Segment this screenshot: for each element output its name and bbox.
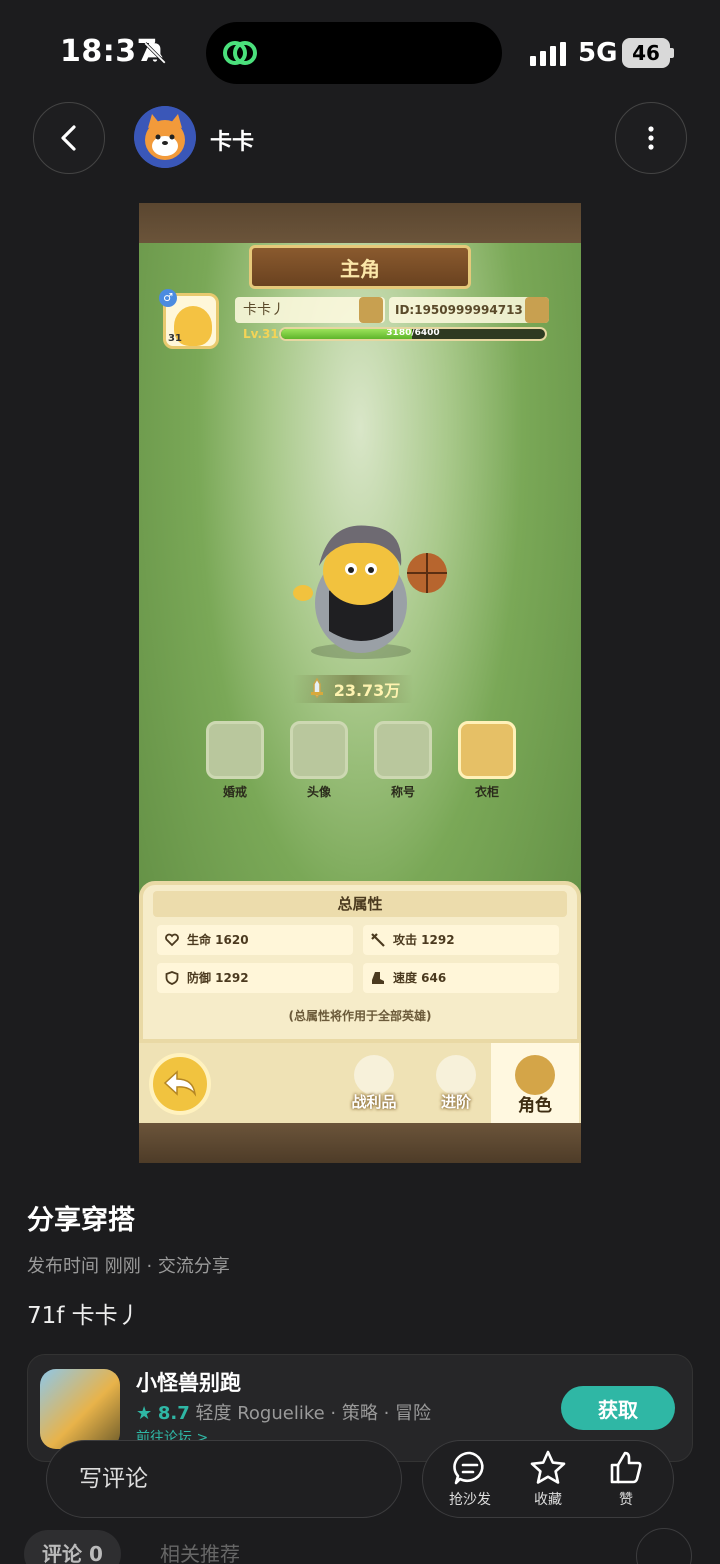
user-avatar[interactable] [134, 106, 196, 168]
game-rating: 8.7 [157, 1403, 190, 1424]
battery-tip [670, 48, 674, 58]
game-back-button[interactable] [149, 1053, 211, 1115]
menu-wardrobe-label: 衣柜 [474, 785, 499, 799]
tab-loot[interactable]: 战利品 [339, 1055, 409, 1112]
copy-icon [525, 297, 549, 323]
attr-def: 防御 1292 [157, 963, 353, 993]
dynamic-island [206, 22, 502, 84]
wardrobe-icon [458, 721, 516, 779]
combat-power: 23.73万 [293, 675, 413, 703]
star-outline-icon [530, 1450, 566, 1484]
character-badge-icon [515, 1055, 555, 1095]
wood-frame-bottom [139, 1123, 581, 1163]
tab-advance[interactable]: 进阶 [421, 1055, 491, 1112]
game-subtitle: ★ 8.7 轻度 Roguelike · 策略 · 冒险 [136, 1399, 431, 1425]
menu-avatar-button[interactable]: 头像 [289, 721, 349, 800]
xp-bar: 3180/6400 [279, 327, 547, 341]
player-level: Lv.31 [243, 327, 279, 341]
attributes-panel: 总属性 生命 1620 攻击 1292 防御 1292 速度 646 (总属性将… [139, 881, 581, 1043]
sword-icon [310, 678, 323, 699]
player-avatar-level: 31 [168, 333, 182, 344]
status-bar: 18:37 5G 46 [0, 0, 720, 100]
menu-title-label: 称号 [390, 785, 415, 799]
like-button[interactable]: 赞 [591, 1449, 661, 1509]
attr-atk: 攻击 1292 [363, 925, 559, 955]
battery-icon: 46 [622, 38, 670, 68]
post-title: 分享穿搭 [27, 1205, 135, 1236]
comment-input[interactable]: 写评论 [46, 1440, 402, 1518]
game-title-plaque: 主角 [249, 245, 471, 289]
loot-icon [354, 1055, 394, 1095]
xp-text: 3180/6400 [386, 328, 440, 338]
game-tabbar: 战利品 进阶 角色 [139, 1043, 581, 1123]
network-type: 5G [578, 38, 618, 68]
action-bar: 抢沙发 收藏 赞 [422, 1440, 674, 1518]
game-icon [40, 1369, 120, 1449]
attr-hp-text: 生命 1620 [187, 933, 249, 947]
filter-icon[interactable] [636, 1528, 692, 1564]
star-icon: ★ [136, 1403, 153, 1424]
sofa-label: 抢沙发 [449, 1492, 491, 1508]
avatar-frame-icon [290, 721, 348, 779]
like-label: 赞 [619, 1492, 633, 1508]
boot-icon [372, 972, 384, 984]
favorite-label: 收藏 [534, 1492, 562, 1508]
get-button[interactable]: 获取 [561, 1386, 675, 1430]
username[interactable]: 卡卡 [210, 124, 254, 156]
menu-wardrobe-button[interactable]: 衣柜 [457, 721, 517, 800]
combat-power-value: 23.73万 [333, 681, 401, 700]
character-illustration [293, 525, 447, 659]
title-badge-icon [374, 721, 432, 779]
menu-avatar-label: 头像 [306, 785, 331, 799]
post-image[interactable]: 主角 31 ♂ 卡卡丿 ID:1950999994713 Lv.31 3180/… [139, 203, 581, 1163]
character-menu: 婚戒 头像 称号 衣柜 [205, 721, 517, 800]
tab-related[interactable]: 相关推荐 [160, 1530, 240, 1564]
post-meta: 发布时间 刚刚 · 交流分享 [27, 1256, 230, 1277]
heart-icon [165, 933, 179, 947]
attributes-title: 总属性 [153, 891, 567, 917]
male-icon: ♂ [159, 289, 177, 307]
tab-loot-label: 战利品 [351, 1093, 397, 1111]
attr-atk-text: 攻击 1292 [393, 933, 455, 947]
attr-def-text: 防御 1292 [187, 971, 249, 985]
menu-ring-button[interactable]: 婚戒 [205, 721, 265, 800]
post-body: 71f 卡卡丿 [27, 1303, 141, 1329]
game-name: 小怪兽别跑 [136, 1371, 241, 1395]
tab-character[interactable]: 角色 [491, 1043, 579, 1123]
more-vertical-icon [648, 126, 654, 150]
more-button[interactable] [615, 102, 687, 174]
attr-spd-text: 速度 646 [393, 971, 447, 985]
menu-ring-label: 婚戒 [222, 785, 247, 799]
sofa-button[interactable]: 抢沙发 [435, 1449, 505, 1509]
shiba-avatar-icon [134, 106, 196, 168]
back-button[interactable] [33, 102, 105, 174]
game-title: 主角 [340, 256, 380, 281]
return-arrow-icon [163, 1070, 197, 1097]
wood-frame-top [139, 203, 581, 243]
app-logo-icon [223, 41, 257, 65]
tab-comments[interactable]: 评论 0 [24, 1530, 121, 1564]
comment-tabs: 评论 0 相关推荐 [24, 1528, 704, 1564]
tab-character-label: 角色 [518, 1096, 552, 1116]
attributes-note: (总属性将作用于全部英雄) [288, 1009, 432, 1023]
battery-level: 46 [632, 41, 660, 65]
attack-icon [371, 933, 385, 947]
thumbs-up-icon [610, 1451, 642, 1484]
chevron-left-icon [61, 125, 76, 151]
trophy-icon [436, 1055, 476, 1095]
shield-icon [165, 971, 179, 985]
tab-advance-label: 进阶 [440, 1093, 471, 1111]
favorite-button[interactable]: 收藏 [513, 1449, 583, 1509]
comment-bubble-icon [453, 1451, 484, 1485]
attr-spd: 速度 646 [363, 963, 559, 993]
game-tags: 轻度 Roguelike · 策略 · 冒险 [195, 1403, 432, 1424]
attr-hp: 生命 1620 [157, 925, 353, 955]
edit-icon [359, 297, 383, 323]
ring-icon [206, 721, 264, 779]
signal-icon [530, 42, 566, 66]
bell-muted-icon [144, 42, 166, 64]
menu-title-button[interactable]: 称号 [373, 721, 433, 800]
